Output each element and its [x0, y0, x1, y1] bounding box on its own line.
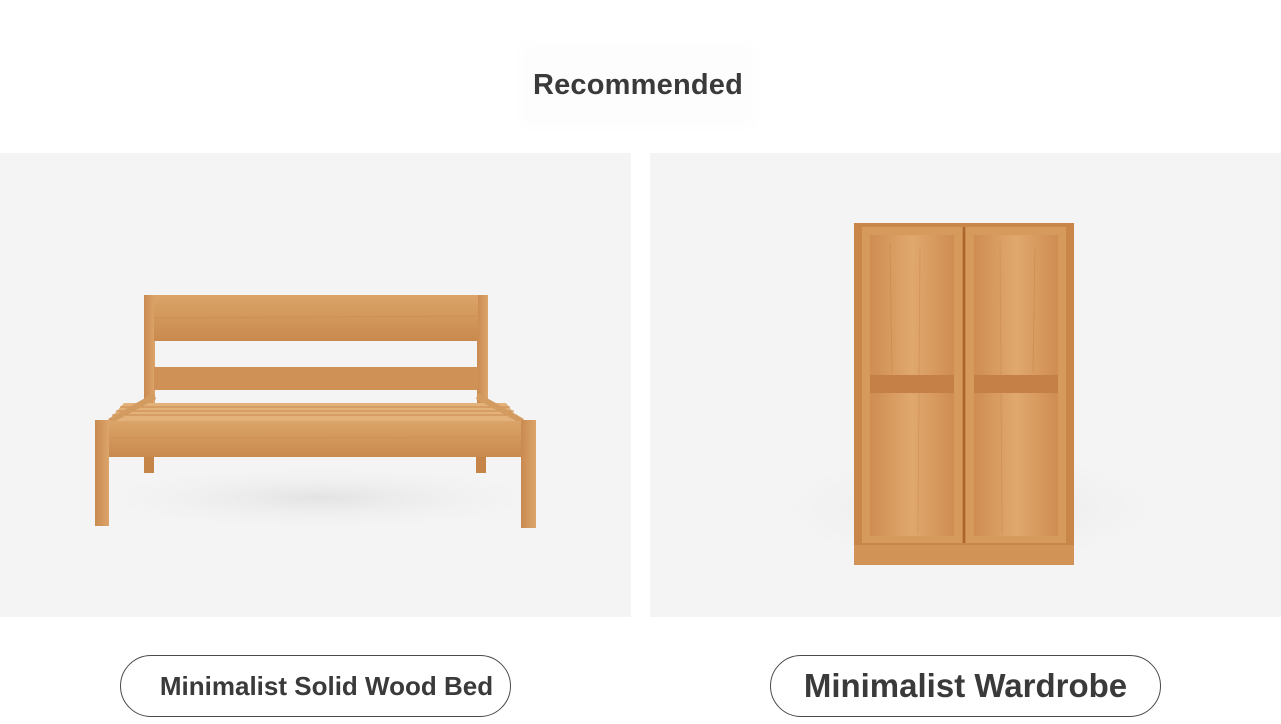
product-name-button[interactable]: Minimalist Wardrobe: [770, 655, 1161, 717]
product-card-wardrobe[interactable]: Minimalist Wardrobe: [650, 153, 1281, 724]
product-name-button[interactable]: Minimalist Solid Wood Bed: [120, 655, 511, 717]
product-image-wardrobe[interactable]: [650, 153, 1281, 617]
wardrobe-image: [740, 223, 1200, 573]
product-image-bed[interactable]: [0, 153, 631, 617]
section-title: Recommended: [528, 50, 748, 120]
product-card-bed[interactable]: Minimalist Solid Wood Bed: [0, 153, 631, 724]
wood-bed-image: [70, 295, 570, 533]
